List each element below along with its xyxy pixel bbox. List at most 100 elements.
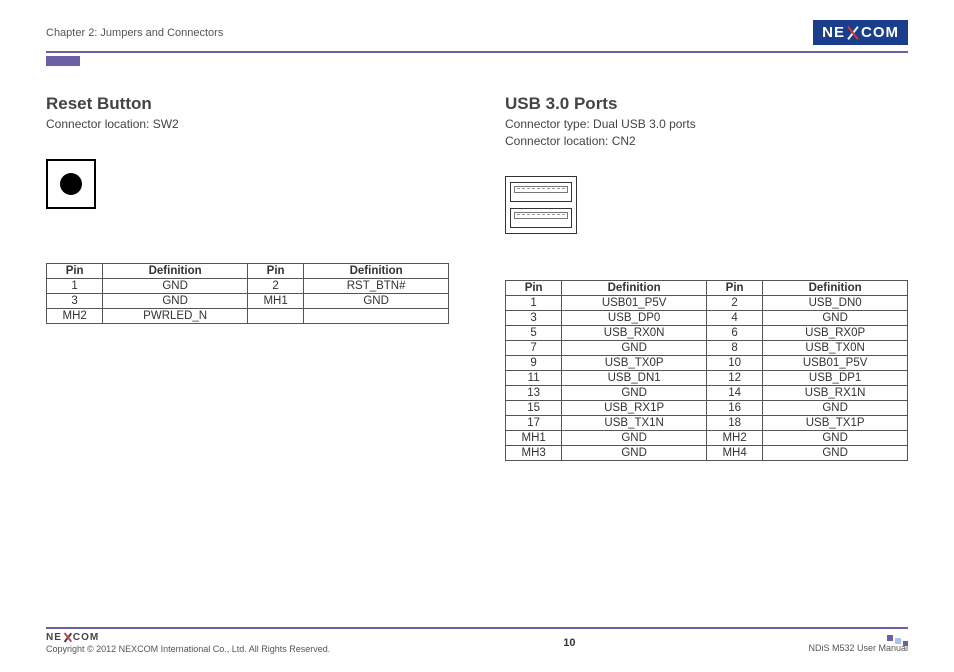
pin-cell: 8	[706, 340, 762, 355]
usb-port-icon	[510, 208, 572, 228]
reset-pin-table: PinDefinitionPinDefinition 1GND2RST_BTN#…	[46, 263, 449, 324]
pin-header: Pin	[706, 280, 762, 295]
pin-header: Pin	[47, 263, 103, 278]
definition-cell: USB_DP1	[763, 370, 908, 385]
pin-cell: 9	[506, 355, 562, 370]
pin-cell: 13	[506, 385, 562, 400]
table-row: 1USB01_P5V2USB_DN0	[506, 295, 908, 310]
pin-cell: 14	[706, 385, 762, 400]
pin-cell: 11	[506, 370, 562, 385]
definition-cell: GND	[103, 278, 248, 293]
pin-header: Pin	[247, 263, 303, 278]
pin-cell: MH2	[706, 430, 762, 445]
pin-cell: 2	[706, 295, 762, 310]
definition-cell: GND	[562, 430, 707, 445]
chapter-label: Chapter 2: Jumpers and Connectors	[46, 27, 223, 39]
table-row: 17USB_TX1N18USB_TX1P	[506, 415, 908, 430]
copyright-text: Copyright © 2012 NEXCOM International Co…	[46, 644, 330, 654]
corner-mark-icon	[887, 635, 908, 641]
definition-cell: GND	[763, 430, 908, 445]
header-rule	[46, 51, 908, 53]
table-row: MH2PWRLED_N	[47, 308, 449, 323]
definition-cell: USB_DN0	[763, 295, 908, 310]
definition-cell: USB_DP0	[562, 310, 707, 325]
pin-cell: MH3	[506, 445, 562, 460]
usb-pin-table: PinDefinitionPinDefinition 1USB01_P5V2US…	[505, 280, 908, 461]
table-row: 15USB_RX1P16GND	[506, 400, 908, 415]
table-row: 11USB_DN112USB_DP1	[506, 370, 908, 385]
pin-cell: 15	[506, 400, 562, 415]
pin-cell: MH2	[47, 308, 103, 323]
pin-cell: 7	[506, 340, 562, 355]
reset-subtitle: Connector location: SW2	[46, 116, 449, 133]
definition-header: Definition	[103, 263, 248, 278]
definition-cell: USB_TX1N	[562, 415, 707, 430]
definition-cell	[304, 308, 449, 323]
definition-cell: USB_TX0P	[562, 355, 707, 370]
definition-cell: GND	[763, 310, 908, 325]
definition-cell: GND	[304, 293, 449, 308]
usb-sub2: Connector location: CN2	[505, 133, 908, 150]
table-row: 9USB_TX0P10USB01_P5V	[506, 355, 908, 370]
definition-cell: GND	[763, 445, 908, 460]
pin-cell: 6	[706, 325, 762, 340]
definition-cell: RST_BTN#	[304, 278, 449, 293]
usb-ports-diagram	[505, 176, 577, 234]
usb-title: USB 3.0 Ports	[505, 94, 908, 114]
usb-sub1: Connector type: Dual USB 3.0 ports	[505, 116, 908, 133]
footer-rule	[46, 627, 908, 629]
pin-header: Pin	[506, 280, 562, 295]
page-number: 10	[563, 637, 575, 649]
pin-cell: 12	[706, 370, 762, 385]
definition-cell: USB_RX0N	[562, 325, 707, 340]
pin-cell: 18	[706, 415, 762, 430]
definition-cell: GND	[103, 293, 248, 308]
table-row: 1GND2RST_BTN#	[47, 278, 449, 293]
definition-header: Definition	[304, 263, 449, 278]
table-row: MH1GNDMH2GND	[506, 430, 908, 445]
definition-cell: PWRLED_N	[103, 308, 248, 323]
definition-cell: USB01_P5V	[562, 295, 707, 310]
pin-cell: 4	[706, 310, 762, 325]
definition-header: Definition	[562, 280, 707, 295]
definition-cell: GND	[562, 385, 707, 400]
definition-cell: USB01_P5V	[763, 355, 908, 370]
pin-cell: 16	[706, 400, 762, 415]
pin-cell: 5	[506, 325, 562, 340]
reset-title: Reset Button	[46, 94, 449, 114]
definition-cell: USB_RX0P	[763, 325, 908, 340]
definition-header: Definition	[763, 280, 908, 295]
definition-cell: USB_RX1N	[763, 385, 908, 400]
table-row: 7GND8USB_TX0N	[506, 340, 908, 355]
definition-cell: USB_TX1P	[763, 415, 908, 430]
definition-cell: GND	[763, 400, 908, 415]
definition-cell: USB_DN1	[562, 370, 707, 385]
definition-cell: GND	[562, 340, 707, 355]
accent-bar	[46, 56, 80, 66]
table-row: 3GNDMH1GND	[47, 293, 449, 308]
table-row: 13GND14USB_RX1N	[506, 385, 908, 400]
pin-cell: 1	[47, 278, 103, 293]
definition-cell: USB_TX0N	[763, 340, 908, 355]
pin-cell: 3	[47, 293, 103, 308]
pin-cell: 10	[706, 355, 762, 370]
table-row: MH3GNDMH4GND	[506, 445, 908, 460]
reset-button-diagram	[46, 159, 96, 209]
pin-cell: 2	[247, 278, 303, 293]
table-row: 3USB_DP04GND	[506, 310, 908, 325]
pin-cell: MH1	[247, 293, 303, 308]
pin-cell: 1	[506, 295, 562, 310]
reset-button-dot-icon	[60, 173, 82, 195]
footer-brand-logo: NECOM	[46, 632, 99, 643]
pin-cell	[247, 308, 303, 323]
pin-cell: MH4	[706, 445, 762, 460]
doc-name: NDiS M532 User Manual	[808, 643, 908, 653]
pin-cell: 3	[506, 310, 562, 325]
definition-cell: GND	[562, 445, 707, 460]
brand-logo: NECOM	[813, 20, 908, 45]
table-row: 5USB_RX0N6USB_RX0P	[506, 325, 908, 340]
pin-cell: 17	[506, 415, 562, 430]
usb-port-icon	[510, 182, 572, 202]
definition-cell: USB_RX1P	[562, 400, 707, 415]
pin-cell: MH1	[506, 430, 562, 445]
